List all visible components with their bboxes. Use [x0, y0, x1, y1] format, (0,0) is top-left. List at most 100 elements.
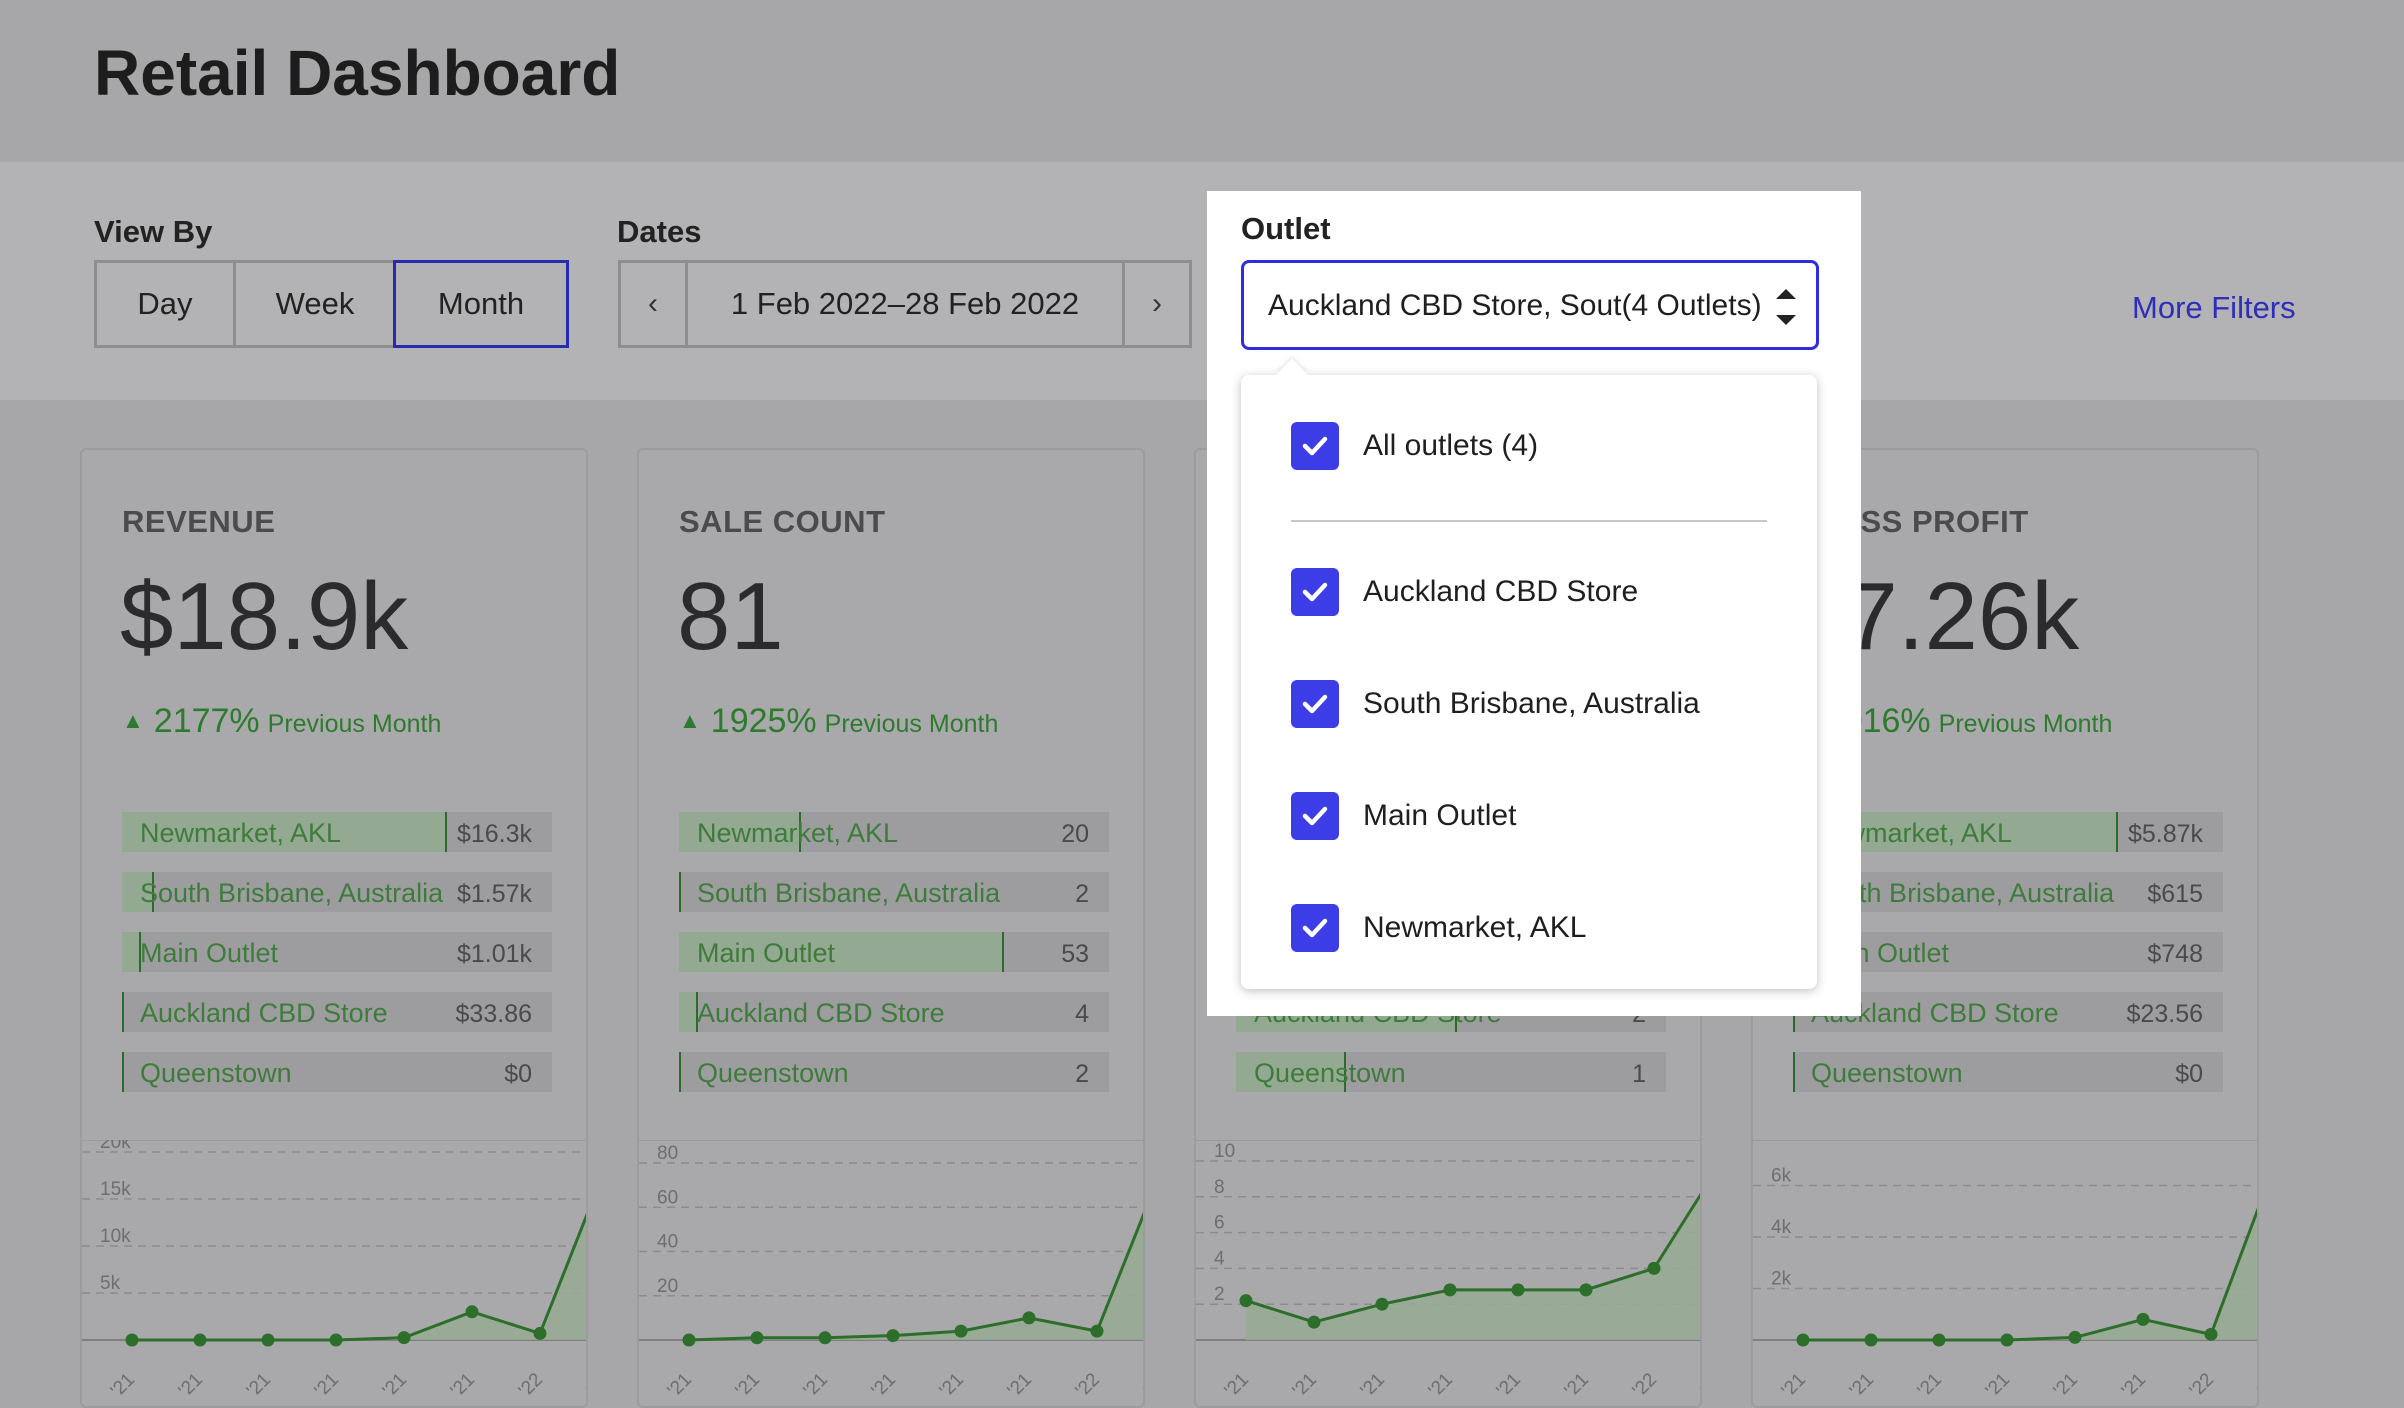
- outlet-bar-label: Queenstown: [140, 1058, 292, 1088]
- chart-line: [132, 1212, 586, 1342]
- outlet-option-all[interactable]: All outlets (4): [1291, 421, 1538, 471]
- chart-area: [1246, 1195, 1700, 1340]
- chevron-left-icon[interactable]: ‹: [621, 263, 688, 345]
- checkbox-checked-icon[interactable]: [1291, 680, 1339, 728]
- x-tick-label: '21: [1914, 1369, 1946, 1401]
- outlet-bar-row: Auckland CBD Store 4: [679, 992, 1109, 1032]
- chart-point: [465, 1305, 479, 1319]
- view-by-week-button[interactable]: Week: [233, 260, 397, 348]
- outlet-bar-value: $0: [2175, 1060, 2203, 1088]
- y-tick-label: 4: [1214, 1248, 1225, 1269]
- chart-point: [1511, 1283, 1525, 1297]
- chart-point: [125, 1333, 139, 1347]
- chart-point: [261, 1333, 275, 1347]
- x-tick-label: '21: [2118, 1369, 2150, 1401]
- chart-point: [397, 1331, 411, 1345]
- x-tick-label: '21: [1561, 1369, 1593, 1401]
- outlet-bar-label: Main Outlet: [140, 938, 279, 968]
- outlet-breakdown: Newmarket, AKL $16.3k South Brisbane, Aust…: [122, 812, 552, 1112]
- outlet-bar-value: $748: [2147, 940, 2203, 968]
- outlet-bar-row: Newmarket, AKL $16.3k: [122, 812, 552, 852]
- checkbox-checked-icon[interactable]: [1291, 792, 1339, 840]
- arrow-up-icon: ▲: [122, 708, 144, 733]
- change-percent: 1925%: [710, 702, 817, 740]
- sort-arrows-icon[interactable]: [1774, 277, 1798, 337]
- outlet-bar-fill: [679, 1052, 681, 1092]
- outlet-bar-row: Main Outlet 53: [679, 932, 1109, 972]
- outlet-breakdown: Newmarket, AKL 20 South Brisbane, Australi…: [679, 812, 1109, 1112]
- chart-point: [1864, 1333, 1878, 1347]
- x-tick-label: '22: [583, 1369, 586, 1401]
- checkbox-checked-icon[interactable]: [1291, 904, 1339, 952]
- checkbox-checked-icon[interactable]: [1291, 422, 1339, 470]
- outlet-bar-label: Queenstown: [1254, 1058, 1406, 1088]
- outlet-bar-value: $23.56: [2126, 1000, 2203, 1028]
- chart-area: [132, 1217, 586, 1340]
- option-label: All outlets (4): [1363, 429, 1539, 462]
- dates-label: Dates: [617, 214, 702, 249]
- x-tick-label: '21: [936, 1369, 968, 1401]
- x-tick-label: '21: [1004, 1369, 1036, 1401]
- x-tick-label: '21: [379, 1369, 411, 1401]
- chart-point: [2204, 1327, 2218, 1341]
- outlet-option-main-outlet[interactable]: Main Outlet: [1291, 791, 1516, 841]
- chart-point: [329, 1333, 343, 1347]
- x-tick-label: '22: [2254, 1369, 2257, 1401]
- change-label: Previous Month: [1938, 710, 2113, 738]
- x-tick-label: '21: [800, 1369, 832, 1401]
- x-tick-label: '21: [447, 1369, 479, 1401]
- chart-point: [1796, 1333, 1810, 1347]
- x-tick-label: '21: [175, 1369, 207, 1401]
- outlet-option-south-brisbane[interactable]: South Brisbane, Australia: [1291, 679, 1700, 729]
- y-tick-label: 60: [657, 1187, 678, 1208]
- trend-chart: 80 60 40 20 '21 '21 '21 '21 '21 '21 '22 '22: [639, 1140, 1143, 1402]
- chart-point: [954, 1324, 968, 1338]
- x-tick-label: '21: [1778, 1369, 1810, 1401]
- chart-point: [2068, 1330, 2082, 1344]
- outlet-bar-label: Newmarket, AKL: [140, 818, 342, 848]
- x-tick-label: '21: [243, 1369, 275, 1401]
- x-tick-label: '21: [1289, 1369, 1321, 1401]
- page-title: Retail Dashboard: [94, 37, 621, 109]
- x-tick-label: '21: [1221, 1369, 1253, 1401]
- view-by-day-button[interactable]: Day: [94, 260, 236, 348]
- chart-point: [1647, 1261, 1661, 1275]
- outlet-bar-value: 1: [1632, 1060, 1646, 1088]
- trend-chart: 6k 4k 2k '21 '21 '21 '21 '21 '21 '22 '22: [1753, 1140, 2257, 1402]
- card-change: ▲ 1925% Previous Month: [679, 702, 998, 741]
- outlet-option-newmarket-akl[interactable]: Newmarket, AKL: [1291, 903, 1586, 953]
- view-by-month-button[interactable]: Month: [393, 260, 569, 348]
- x-tick-label: '22: [1140, 1369, 1143, 1401]
- outlet-label: Outlet: [1241, 211, 1331, 246]
- chart-area: [689, 1215, 1143, 1340]
- metric-card-sale-count: SALE COUNT 81 ▲ 1925% Previous Month New…: [637, 448, 1145, 1408]
- outlet-bar-fill: [122, 1052, 124, 1092]
- chevron-right-icon[interactable]: ›: [1122, 263, 1189, 345]
- x-tick-label: '21: [2050, 1369, 2082, 1401]
- option-label: Newmarket, AKL: [1363, 911, 1587, 944]
- outlet-select[interactable]: Auckland CBD Store, Sout(4 Outlets): [1241, 260, 1819, 350]
- card-value: $18.9k: [120, 563, 409, 670]
- card-title: REVENUE: [122, 504, 276, 539]
- y-tick-label: 20k: [100, 1140, 131, 1153]
- outlet-bar-fill: [1793, 1052, 1795, 1092]
- outlet-bar-row: Queenstown 1: [1236, 1052, 1666, 1092]
- chart-point: [1443, 1283, 1457, 1297]
- y-tick-label: 6: [1214, 1213, 1225, 1234]
- chart-point: [533, 1326, 547, 1340]
- outlet-option-auckland-cbd-store[interactable]: Auckland CBD Store: [1291, 567, 1638, 617]
- outlet-dropdown: All outlets (4) Auckland CBD Store South…: [1241, 358, 1817, 989]
- outlet-bar-value: $1.57k: [456, 880, 532, 908]
- outlet-bar-fill: [122, 932, 142, 972]
- outlet-bar-row: South Brisbane, Australia $1.57k: [122, 872, 552, 912]
- card-title: SALE COUNT: [679, 504, 886, 539]
- more-filters-link[interactable]: More Filters: [2132, 290, 2296, 326]
- outlet-bar-row: Queenstown 2: [679, 1052, 1109, 1092]
- checkbox-checked-icon[interactable]: [1291, 568, 1339, 616]
- date-range-text[interactable]: 1 Feb 2022–28 Feb 2022: [685, 263, 1125, 345]
- outlet-bar-row: Main Outlet $1.01k: [122, 932, 552, 972]
- outlet-bar-value: $5.87k: [2127, 820, 2203, 848]
- outlet-select-value: Auckland CBD Store, Sout(4 Outlets): [1268, 289, 1762, 322]
- x-tick-label: '22: [1629, 1369, 1661, 1401]
- outlet-bar-value: 2: [1075, 880, 1089, 908]
